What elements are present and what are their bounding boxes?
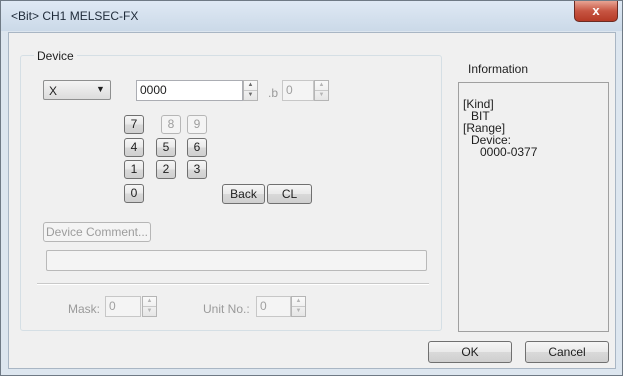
mask-input[interactable]: 0 — [105, 296, 141, 317]
key-9-button[interactable]: 9 — [187, 115, 207, 134]
key-8-button[interactable]: 8 — [161, 115, 181, 134]
key-2-button[interactable]: 2 — [156, 160, 176, 179]
spin-up-icon[interactable]: ▲ — [244, 81, 257, 91]
key-3-button[interactable]: 3 — [187, 160, 207, 179]
close-button[interactable]: x — [574, 1, 618, 22]
unit-no-input[interactable]: 0 — [256, 296, 291, 317]
mask-spinner[interactable]: ▲ ▼ — [142, 296, 157, 317]
unit-no-spinner[interactable]: ▲ ▼ — [291, 296, 306, 317]
mask-value: 0 — [109, 299, 116, 313]
cancel-button[interactable]: Cancel — [525, 341, 609, 363]
clear-button[interactable]: CL — [267, 184, 312, 204]
key-0-button[interactable]: 0 — [124, 184, 144, 203]
device-number-input[interactable]: 0000 — [136, 80, 243, 101]
spin-down-icon[interactable]: ▼ — [292, 307, 305, 317]
mask-label: Mask: — [68, 302, 101, 316]
bit-number-spinner[interactable]: ▲ ▼ — [314, 80, 329, 101]
bit-suffix-label: .b — [268, 86, 279, 100]
chevron-down-icon: ▼ — [96, 84, 105, 94]
unit-no-value: 0 — [260, 299, 267, 313]
bit-number-input[interactable]: 0 — [282, 80, 314, 101]
information-label: Information — [468, 62, 529, 76]
separator-line — [37, 283, 429, 285]
key-1-button[interactable]: 1 — [124, 160, 144, 179]
device-comment-display — [46, 250, 427, 271]
back-button[interactable]: Back — [222, 184, 265, 204]
device-group-legend: Device — [34, 49, 77, 63]
bit-number-value: 0 — [286, 83, 293, 97]
key-4-button[interactable]: 4 — [124, 138, 144, 157]
window-title: <Bit> CH1 MELSEC-FX — [11, 9, 139, 23]
spin-up-icon[interactable]: ▲ — [292, 297, 305, 307]
device-type-select[interactable]: X ▼ — [43, 80, 111, 100]
device-comment-button[interactable]: Device Comment... — [43, 222, 151, 242]
key-6-button[interactable]: 6 — [187, 138, 207, 157]
ok-button[interactable]: OK — [428, 341, 512, 363]
title-bar[interactable]: <Bit> CH1 MELSEC-FX x — [1, 1, 622, 31]
spin-down-icon[interactable]: ▼ — [315, 91, 328, 101]
device-number-spinner[interactable]: ▲ ▼ — [243, 80, 258, 101]
spin-up-icon[interactable]: ▲ — [143, 297, 156, 307]
spin-down-icon[interactable]: ▼ — [244, 91, 257, 101]
info-device-range: 0000-0377 — [480, 145, 538, 159]
device-number-value: 0000 — [140, 83, 167, 97]
spin-up-icon[interactable]: ▲ — [315, 81, 328, 91]
key-7-button[interactable]: 7 — [124, 115, 144, 134]
device-type-value: X — [49, 84, 58, 98]
unit-no-label: Unit No.: — [203, 302, 250, 316]
key-5-button[interactable]: 5 — [156, 138, 176, 157]
spin-down-icon[interactable]: ▼ — [143, 307, 156, 317]
